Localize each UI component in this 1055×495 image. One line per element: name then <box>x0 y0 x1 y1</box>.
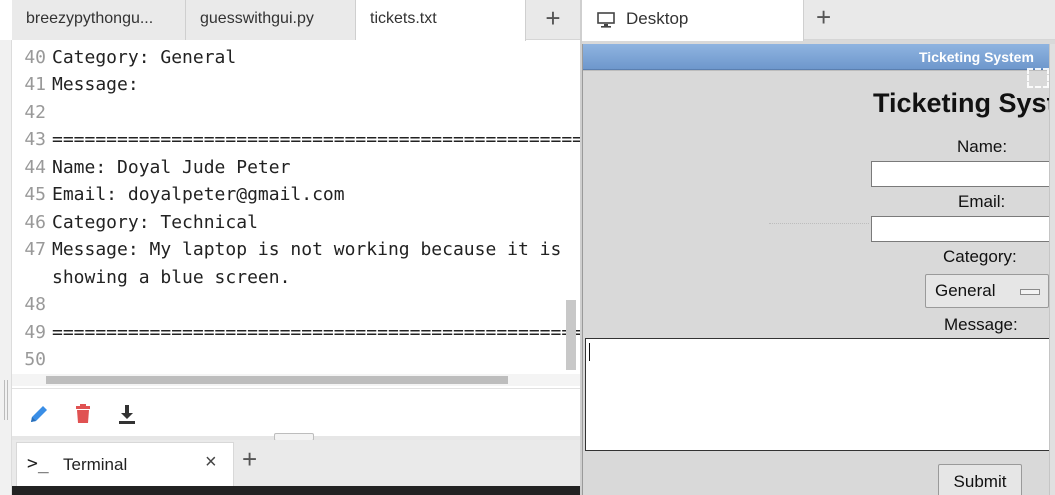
dropdown-indicator-icon <box>1020 289 1040 295</box>
editor-tab-bar: breezypythongu... guesswithgui.py ticket… <box>12 0 580 41</box>
email-label: Email: <box>958 192 1006 211</box>
line-number: 44 <box>24 157 46 178</box>
pencil-icon[interactable] <box>26 401 52 427</box>
editor-toolbar <box>12 388 580 436</box>
scrollbar-thumb[interactable] <box>46 376 508 384</box>
code-line: ========================================… <box>52 322 580 343</box>
code-line: Name: Doyal Jude Peter <box>52 157 291 178</box>
screen: breezypythongu... guesswithgui.py ticket… <box>0 0 1055 495</box>
editor-horizontal-scrollbar[interactable] <box>12 374 580 386</box>
editor-pane: breezypythongu... guesswithgui.py ticket… <box>0 0 580 495</box>
ticketing-window: Ticketing System Ticketing System Name: … <box>582 44 1055 495</box>
download-icon[interactable] <box>114 401 140 427</box>
code-line: Category: General <box>52 47 237 68</box>
add-terminal-button[interactable]: + <box>242 444 257 475</box>
tab-breezypythongui[interactable]: breezypythongu... <box>12 0 186 40</box>
terminal-icon: >_ <box>27 453 49 474</box>
name-label: Name: <box>957 137 1008 156</box>
form-heading: Ticketing System <box>873 88 1055 118</box>
window-right-edge <box>1049 44 1055 495</box>
text-editor[interactable]: 40 Category: General 41 Message: 42 43 =… <box>12 44 580 374</box>
code-line: Email: doyalpeter@gmail.com <box>52 184 345 205</box>
line-number: 46 <box>24 212 46 233</box>
divider <box>769 223 869 225</box>
divider <box>583 70 1055 71</box>
tab-label: guesswithgui.py <box>200 10 314 27</box>
tab-desktop[interactable]: Desktop <box>582 0 804 41</box>
line-number: 42 <box>24 102 46 123</box>
left-panel-edge <box>0 40 12 495</box>
line-number: 40 <box>24 47 46 68</box>
desktop-tab-label: Desktop <box>626 9 689 28</box>
desktop-tab-bar: Desktop + <box>582 0 1055 41</box>
message-label: Message: <box>944 315 1018 334</box>
line-number: 49 <box>24 322 46 343</box>
text-cursor <box>589 343 590 361</box>
message-textarea[interactable] <box>585 338 1055 451</box>
email-field[interactable] <box>871 216 1055 242</box>
line-number: 50 <box>24 349 46 370</box>
maximize-icon[interactable] <box>1027 68 1049 88</box>
line-number: 48 <box>24 294 46 315</box>
window-titlebar[interactable]: Ticketing System <box>583 44 1055 70</box>
add-tab-button[interactable]: + <box>528 0 578 40</box>
add-desktop-tab-button[interactable]: + <box>816 2 831 33</box>
tab-terminal[interactable]: >_ Terminal × <box>16 442 234 486</box>
name-field[interactable] <box>871 161 1055 187</box>
line-number: 47 <box>24 239 46 260</box>
trash-icon[interactable] <box>70 401 96 427</box>
monitor-icon <box>596 10 616 35</box>
code-line: ========================================… <box>52 129 580 150</box>
category-value: General <box>935 281 996 300</box>
terminal-tab-bar: >_ Terminal × + <box>12 440 580 486</box>
window-title: Ticketing System <box>919 49 1034 65</box>
category-select[interactable]: General <box>925 274 1049 308</box>
add-tab-label: + <box>545 3 561 33</box>
code-line: Category: Technical <box>52 212 258 233</box>
tab-label: tickets.txt <box>370 10 437 27</box>
desktop-pane: Desktop + Ticketing System Ticketing Sys… <box>580 0 1055 495</box>
submit-button[interactable]: Submit <box>938 464 1022 495</box>
close-icon[interactable]: × <box>205 451 217 474</box>
tab-guesswithgui[interactable]: guesswithgui.py <box>186 0 356 40</box>
line-number: 43 <box>24 129 46 150</box>
category-label: Category: <box>943 247 1017 266</box>
code-line: Message: <box>52 74 139 95</box>
tab-tickets[interactable]: tickets.txt <box>356 0 526 41</box>
terminal-body[interactable] <box>12 486 580 495</box>
terminal-tab-label: Terminal <box>63 455 128 474</box>
code-line: showing a blue screen. <box>52 267 291 288</box>
code-line: Message: My laptop is not working becaus… <box>52 239 562 260</box>
line-number: 41 <box>24 74 46 95</box>
line-number: 45 <box>24 184 46 205</box>
resize-grip[interactable] <box>4 380 8 420</box>
tab-label: breezypythongu... <box>26 10 154 27</box>
editor-vertical-scrollbar[interactable] <box>566 300 576 370</box>
